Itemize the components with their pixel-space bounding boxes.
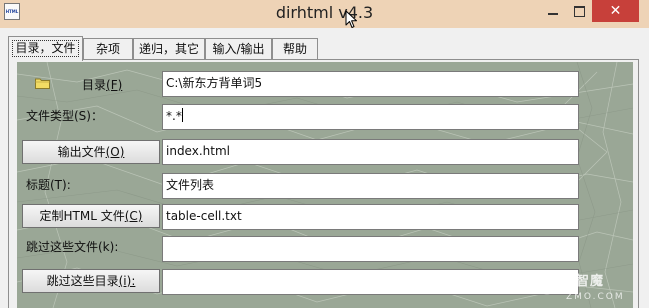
title-bar[interactable]: HTML dirhtml v4.3 ✕ (0, 0, 649, 28)
custom-html-label: 定制HTML 文件 (39, 209, 125, 223)
tab-misc[interactable]: 杂项 (83, 38, 133, 60)
directory-label-accel: (F) (106, 78, 123, 92)
tab-directory-file[interactable]: 目录，文件 (8, 36, 83, 61)
mouse-cursor-icon (345, 10, 357, 28)
title-input[interactable]: 文件列表 (162, 173, 579, 199)
maximize-button[interactable] (566, 0, 592, 22)
tab-help[interactable]: 帮助 (272, 38, 318, 60)
tab-label: 输入/输出 (212, 42, 265, 56)
text-caret (181, 108, 183, 122)
site-watermark: 智智魔 ZMO.COM (528, 266, 649, 308)
watermark-url: ZMO.COM (566, 292, 625, 302)
close-button[interactable]: ✕ (592, 0, 639, 22)
custom-html-button[interactable]: 定制HTML 文件(C) (22, 204, 160, 228)
skip-dirs-accel: (i): (118, 274, 136, 288)
custom-html-input[interactable]: table-cell.txt (162, 204, 579, 230)
minimize-icon (548, 13, 558, 15)
tab-recursion-other[interactable]: 递归，其它 (133, 38, 205, 60)
skip-files-input[interactable] (162, 236, 579, 262)
tab-label: 目录，文件 (12, 40, 79, 57)
file-type-value: *.* (166, 109, 182, 123)
close-icon: ✕ (609, 3, 622, 19)
skip-dirs-button[interactable]: 跳过这些目录(i): (22, 269, 160, 293)
tab-label: 递归，其它 (138, 42, 199, 56)
file-type-input[interactable]: *.* (162, 104, 579, 130)
folder-icon[interactable] (35, 77, 50, 89)
watermark-text: 智智魔 (562, 274, 605, 289)
output-file-input[interactable]: index.html (162, 139, 579, 165)
minimize-button[interactable] (540, 0, 566, 22)
custom-html-accel: (C) (124, 209, 143, 223)
output-file-button[interactable]: 输出文件(O) (22, 140, 160, 164)
directory-label: 目录(F) (82, 77, 122, 93)
output-file-label: 输出文件 (57, 145, 106, 159)
maximize-icon (573, 5, 585, 17)
tab-label: 杂项 (95, 42, 120, 56)
skip-dirs-input[interactable] (162, 269, 579, 295)
tab-label: 帮助 (282, 42, 307, 56)
skip-dirs-label: 跳过这些目录 (46, 274, 119, 288)
tab-input-output[interactable]: 输入/输出 (205, 38, 272, 60)
directory-input[interactable]: C:\新东方背单词5 (162, 71, 579, 97)
watermark-logo-icon (535, 271, 559, 295)
output-file-accel: (O) (105, 145, 125, 159)
directory-label-text: 目录 (82, 78, 107, 92)
title-label: 标题(T): (26, 178, 71, 192)
skip-files-label: 跳过这些文件(k): (26, 240, 119, 254)
file-type-label: 文件类型(S)： (26, 109, 103, 123)
app-window: HTML dirhtml v4.3 ✕ 目录，文件 杂项 递归，其它 输入/输出… (0, 0, 649, 308)
